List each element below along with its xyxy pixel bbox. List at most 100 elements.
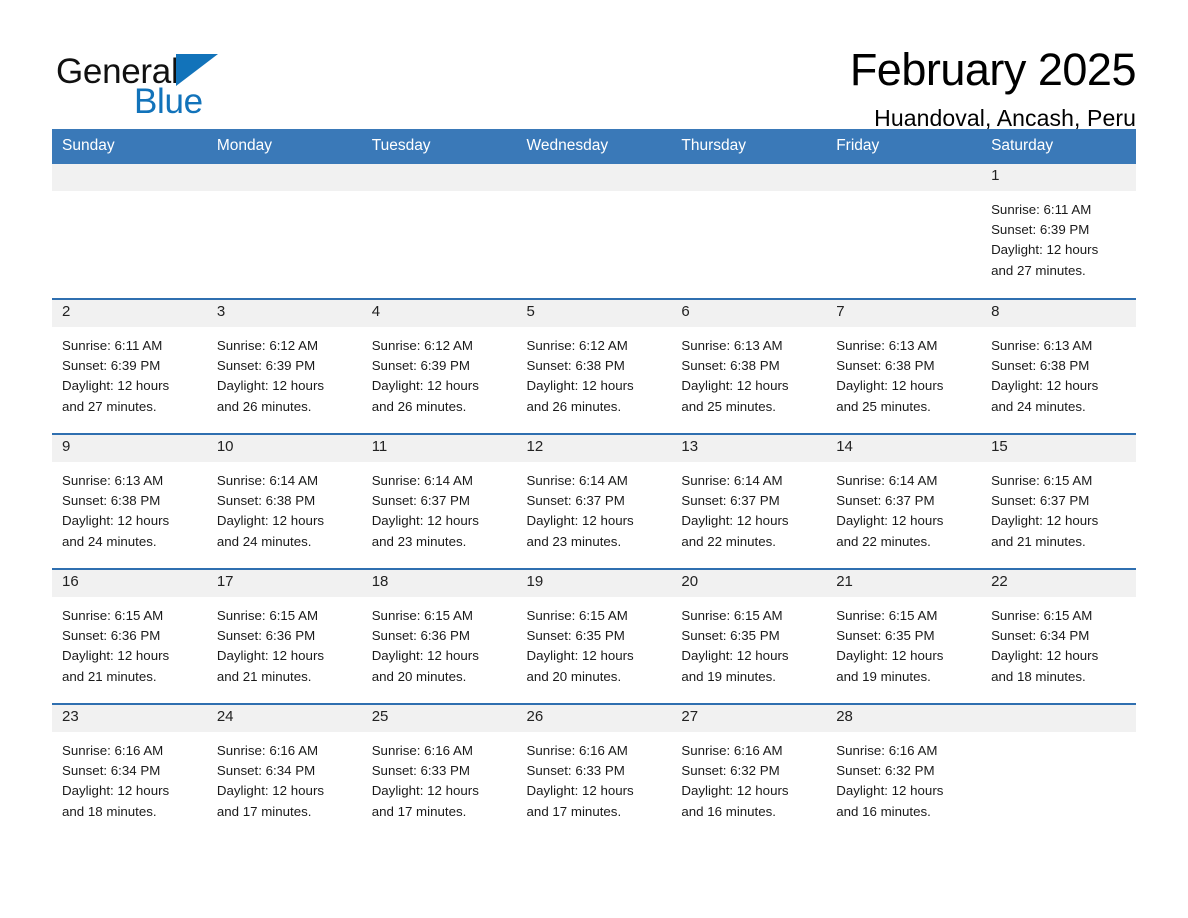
day-details: Sunrise: 6:14 AM Sunset: 6:37 PM Daylight:…: [826, 462, 981, 552]
calendar-day-cell[interactable]: 5 Sunrise: 6:12 AM Sunset: 6:38 PM Daylight…: [516, 298, 672, 434]
sunrise-time: Sunrise: 6:16 AM: [62, 743, 164, 758]
day-details: Sunrise: 6:13 AM Sunset: 6:38 PM Daylight:…: [826, 327, 981, 417]
weekday-header-thursday: Thursday: [671, 129, 827, 164]
daylight-duration-line1: Daylight: 12 hours: [216, 378, 325, 394]
day-number: 3: [206, 300, 362, 327]
daylight-duration-line2: and 26 minutes.: [216, 398, 312, 414]
sunrise-time: Sunrise: 6:14 AM: [216, 473, 319, 488]
calendar-day-cell[interactable]: 6 Sunrise: 6:13 AM Sunset: 6:38 PM Daylight…: [671, 298, 827, 434]
day-number: 6: [671, 300, 827, 327]
daylight-duration-line2: and 27 minutes.: [62, 398, 157, 414]
day-number: 17: [206, 570, 362, 597]
weekday-header-saturday: Saturday: [981, 129, 1136, 164]
daylight-duration-line1: Daylight: 12 hours: [371, 513, 479, 529]
calendar-day-cell[interactable]: 28 Sunrise: 6:16 AM Sunset: 6:32 PM Dayligh…: [826, 703, 982, 839]
daylight-duration-line2: and 16 minutes.: [836, 803, 931, 819]
day-details: Sunrise: 6:12 AM Sunset: 6:38 PM Daylight:…: [517, 327, 672, 417]
calendar-day-cell[interactable]: 2 Sunrise: 6:11 AM Sunset: 6:39 PM Daylight…: [52, 298, 207, 434]
daylight-duration-line2: and 17 minutes.: [371, 803, 467, 819]
sunset-time: Sunset: 6:38 PM: [836, 358, 935, 374]
calendar-day-cell[interactable]: 27 Sunrise: 6:16 AM Sunset: 6:32 PM Dayligh…: [671, 703, 827, 839]
day-number: 19: [516, 570, 672, 597]
sunset-time: Sunset: 6:35 PM: [526, 628, 625, 644]
calendar-day-cell[interactable]: 18 Sunrise: 6:15 AM Sunset: 6:36 PM Dayligh…: [361, 568, 517, 704]
sunset-time: Sunset: 6:37 PM: [526, 493, 625, 509]
daylight-duration-line1: Daylight: 12 hours: [836, 513, 944, 529]
day-number: 21: [826, 570, 982, 597]
day-details: Sunrise: 6:15 AM Sunset: 6:36 PM Daylight:…: [207, 597, 362, 687]
day-details: Sunrise: 6:15 AM Sunset: 6:34 PM Daylight:…: [981, 597, 1136, 687]
calendar-empty-cell: [981, 703, 1136, 839]
calendar-day-cell[interactable]: 4 Sunrise: 6:12 AM Sunset: 6:39 PM Daylight…: [361, 298, 517, 434]
calendar-day-cell[interactable]: 24 Sunrise: 6:16 AM Sunset: 6:34 PM Dayligh…: [206, 703, 362, 839]
daylight-duration-line2: and 26 minutes.: [371, 398, 467, 414]
title-block: February 2025 Huandoval, Ancash, Peru: [850, 44, 1137, 132]
daylight-duration-line2: and 23 minutes.: [371, 533, 467, 549]
day-details: Sunrise: 6:12 AM Sunset: 6:39 PM Daylight:…: [362, 327, 517, 417]
daylight-duration-line2: and 24 minutes.: [62, 533, 157, 549]
day-number: [671, 164, 827, 191]
day-number: [826, 164, 982, 191]
weekday-header-wednesday: Wednesday: [516, 129, 672, 164]
day-number: 26: [516, 705, 672, 732]
calendar-day-cell[interactable]: 3 Sunrise: 6:12 AM Sunset: 6:39 PM Daylight…: [206, 298, 362, 434]
sunset-time: Sunset: 6:33 PM: [371, 763, 470, 779]
daylight-duration-line2: and 24 minutes.: [991, 398, 1086, 414]
calendar-day-cell[interactable]: 13 Sunrise: 6:14 AM Sunset: 6:37 PM Dayligh…: [671, 433, 827, 569]
daylight-duration-line1: Daylight: 12 hours: [991, 513, 1099, 529]
sunset-time: Sunset: 6:34 PM: [216, 763, 316, 779]
calendar-day-cell[interactable]: 25 Sunrise: 6:16 AM Sunset: 6:33 PM Dayligh…: [361, 703, 517, 839]
day-number: 15: [981, 435, 1136, 462]
calendar-empty-cell: [516, 164, 672, 299]
calendar-day-cell[interactable]: 1 Sunrise: 6:11 AM Sunset: 6:39 PM Daylight…: [981, 164, 1136, 299]
calendar-day-cell[interactable]: 10 Sunrise: 6:14 AM Sunset: 6:38 PM Dayligh…: [206, 433, 362, 569]
calendar-week-row: 1 Sunrise: 6:11 AM Sunset: 6:39 PM Daylight…: [52, 164, 1136, 299]
calendar-day-cell[interactable]: 26 Sunrise: 6:16 AM Sunset: 6:33 PM Dayligh…: [516, 703, 672, 839]
calendar-day-cell[interactable]: 9 Sunrise: 6:13 AM Sunset: 6:38 PM Daylight…: [52, 433, 207, 569]
sunset-time: Sunset: 6:34 PM: [991, 628, 1090, 644]
calendar-day-cell[interactable]: 23 Sunrise: 6:16 AM Sunset: 6:34 PM Dayligh…: [52, 703, 207, 839]
day-details: Sunrise: 6:16 AM Sunset: 6:33 PM Daylight:…: [362, 732, 517, 822]
calendar-day-cell[interactable]: 14 Sunrise: 6:14 AM Sunset: 6:37 PM Dayligh…: [826, 433, 982, 569]
day-number: [981, 705, 1136, 732]
sunrise-time: Sunrise: 6:15 AM: [371, 608, 473, 623]
calendar-day-cell[interactable]: 21 Sunrise: 6:15 AM Sunset: 6:35 PM Dayligh…: [826, 568, 982, 704]
day-number: 24: [206, 705, 362, 732]
calendar-day-cell[interactable]: 7 Sunrise: 6:13 AM Sunset: 6:38 PM Daylight…: [826, 298, 982, 434]
calendar-day-cell[interactable]: 8 Sunrise: 6:13 AM Sunset: 6:38 PM Daylight…: [981, 298, 1136, 434]
sunrise-time: Sunrise: 6:15 AM: [681, 608, 783, 623]
calendar-day-cell[interactable]: 17 Sunrise: 6:15 AM Sunset: 6:36 PM Dayligh…: [206, 568, 362, 704]
calendar-day-cell[interactable]: 22 Sunrise: 6:15 AM Sunset: 6:34 PM Dayligh…: [981, 568, 1136, 704]
sunset-time: Sunset: 6:39 PM: [371, 358, 470, 374]
daylight-duration-line1: Daylight: 12 hours: [681, 513, 789, 529]
calendar-day-cell[interactable]: 20 Sunrise: 6:15 AM Sunset: 6:35 PM Dayligh…: [671, 568, 827, 704]
daylight-duration-line1: Daylight: 12 hours: [836, 648, 944, 664]
sunset-time: Sunset: 6:37 PM: [836, 493, 935, 509]
day-details: Sunrise: 6:16 AM Sunset: 6:32 PM Daylight:…: [826, 732, 981, 822]
daylight-duration-line2: and 20 minutes.: [526, 668, 622, 684]
day-number: [52, 164, 207, 191]
day-details: Sunrise: 6:15 AM Sunset: 6:35 PM Daylight:…: [671, 597, 826, 687]
daylight-duration-line2: and 23 minutes.: [526, 533, 622, 549]
day-details: Sunrise: 6:13 AM Sunset: 6:38 PM Daylight:…: [671, 327, 826, 417]
sunrise-time: Sunrise: 6:14 AM: [526, 473, 628, 488]
day-number: 2: [52, 300, 207, 327]
calendar-day-cell[interactable]: 11 Sunrise: 6:14 AM Sunset: 6:37 PM Dayligh…: [361, 433, 517, 569]
calendar-day-cell[interactable]: 12 Sunrise: 6:14 AM Sunset: 6:37 PM Dayligh…: [516, 433, 672, 569]
day-number: 23: [52, 705, 207, 732]
daylight-duration-line1: Daylight: 12 hours: [836, 783, 944, 799]
day-number: 20: [671, 570, 827, 597]
daylight-duration-line1: Daylight: 12 hours: [216, 648, 325, 664]
day-number: 8: [981, 300, 1136, 327]
daylight-duration-line2: and 21 minutes.: [216, 668, 312, 684]
sunrise-time: Sunrise: 6:16 AM: [526, 743, 628, 758]
day-details: Sunrise: 6:15 AM Sunset: 6:35 PM Daylight:…: [517, 597, 672, 687]
daylight-duration-line2: and 25 minutes.: [681, 398, 776, 414]
sunset-time: Sunset: 6:39 PM: [991, 222, 1090, 238]
location-subtitle: Huandoval, Ancash, Peru: [874, 105, 1136, 132]
calendar-day-cell[interactable]: 16 Sunrise: 6:15 AM Sunset: 6:36 PM Dayligh…: [52, 568, 207, 704]
day-number: 27: [671, 705, 827, 732]
calendar-day-cell[interactable]: 19 Sunrise: 6:15 AM Sunset: 6:35 PM Dayligh…: [516, 568, 672, 704]
calendar-day-cell[interactable]: 15 Sunrise: 6:15 AM Sunset: 6:37 PM Dayligh…: [981, 433, 1136, 569]
calendar-body: 1 Sunrise: 6:11 AM Sunset: 6:39 PM Daylight…: [52, 164, 1136, 839]
